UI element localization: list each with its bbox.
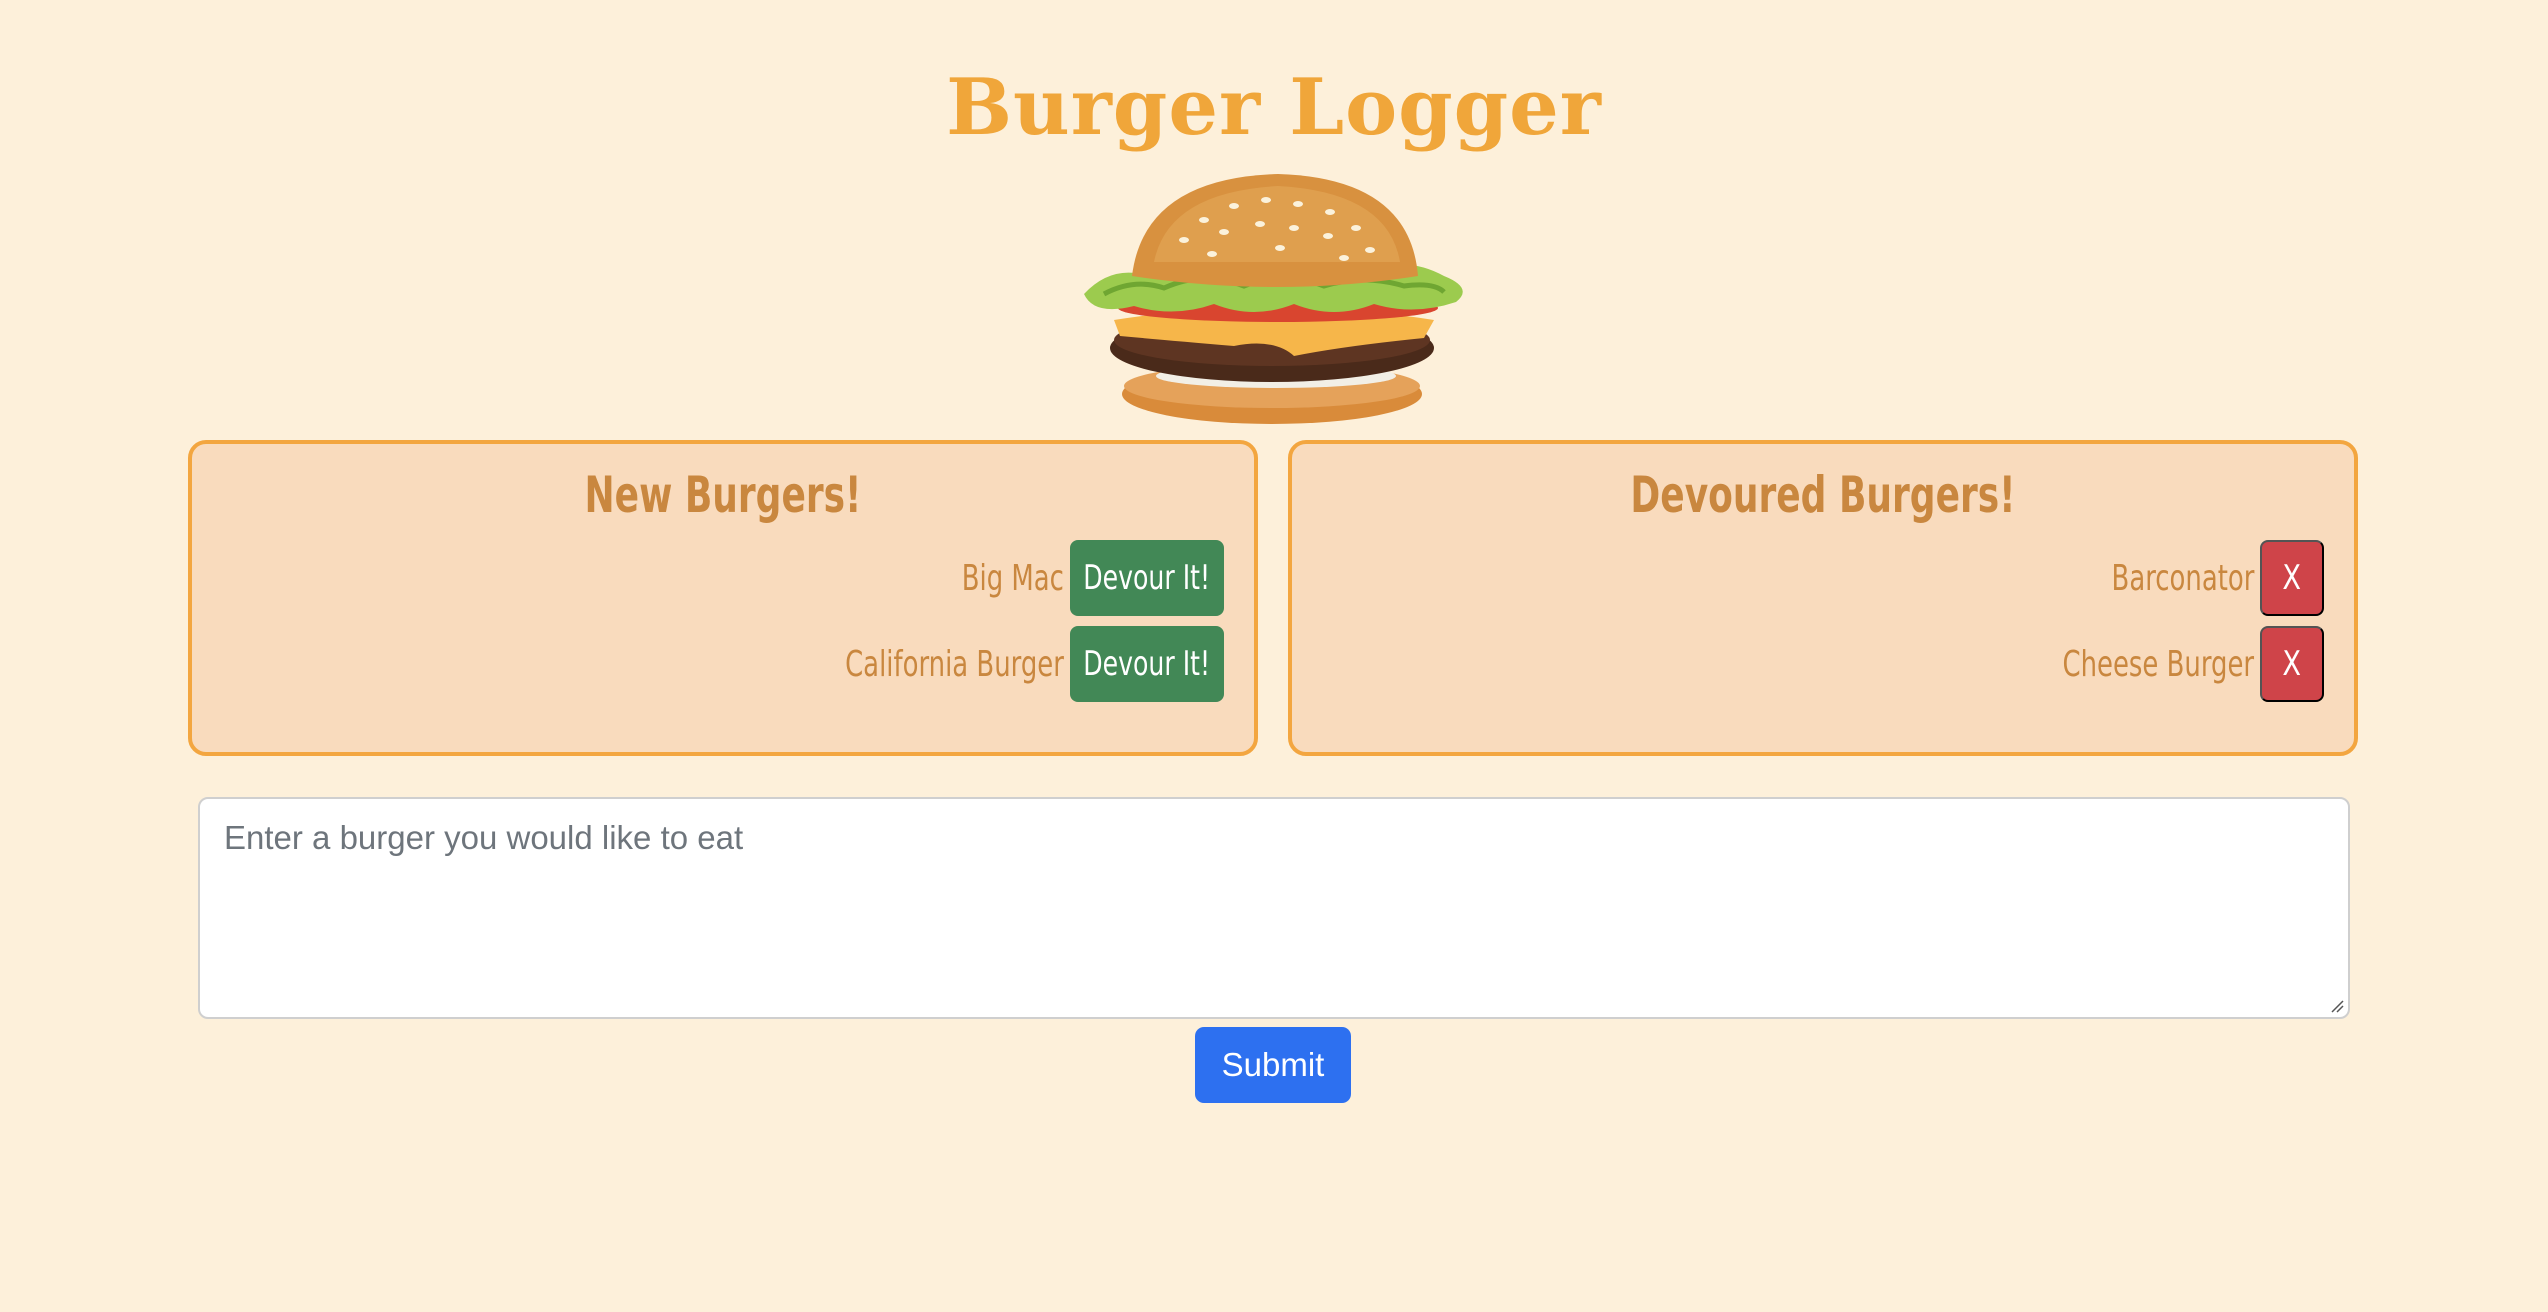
delete-button[interactable]: X (2260, 540, 2324, 616)
burger-name: Cheese Burger (2062, 643, 2254, 685)
burger-name: California Burger (845, 643, 1064, 685)
delete-button[interactable]: X (2260, 626, 2324, 702)
burger-name: Big Mac (961, 557, 1064, 599)
delete-button-label: X (2282, 558, 2302, 598)
submit-button[interactable]: Submit (1195, 1027, 1351, 1103)
devoured-burgers-panel: Devoured Burgers! Barconator X Cheese Bu… (1288, 440, 2358, 756)
devour-button-label: Devour It! (1083, 644, 1211, 684)
delete-button-label: X (2282, 644, 2302, 684)
burger-image (1084, 174, 1463, 424)
new-burgers-title: New Burgers! (584, 466, 862, 524)
page: Burger Logger New Burgers! Big Mac Devou… (0, 0, 2548, 1312)
list-item: Cheese Burger X (1988, 626, 2324, 702)
burger-input[interactable] (200, 799, 2348, 1017)
devoured-burgers-title: Devoured Burgers! (1630, 466, 2016, 524)
devour-button-label: Devour It! (1083, 558, 1211, 598)
devour-button[interactable]: Devour It! (1070, 626, 1224, 702)
list-item: California Burger Devour It! (760, 626, 1224, 702)
burger-name: Barconator (2111, 557, 2254, 599)
page-title: Burger Logger (946, 62, 1602, 153)
devour-button[interactable]: Devour It! (1070, 540, 1224, 616)
resize-handle-icon[interactable] (2328, 997, 2344, 1013)
new-burgers-panel: New Burgers! Big Mac Devour It! Californ… (188, 440, 1258, 756)
list-item: Barconator X (2056, 540, 2324, 616)
list-item: Big Mac Devour It! (922, 540, 1224, 616)
burger-input-wrapper (198, 797, 2350, 1019)
